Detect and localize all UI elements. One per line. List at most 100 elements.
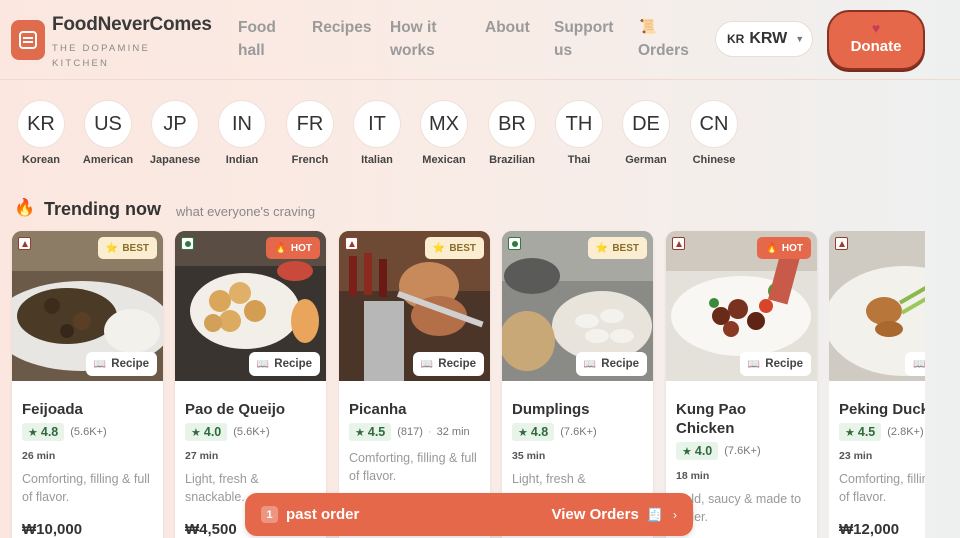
- country-thai[interactable]: TH Thai: [549, 100, 609, 166]
- country-code: IN: [218, 100, 266, 148]
- dish-card[interactable]: 🔥 HOT 📖 Recipe Kung Pao Chicken ★ 4.0 (7.6K+…: [666, 231, 817, 538]
- star-icon: ★: [28, 427, 38, 439]
- rating-row: ★ 4.0 (7.6K+): [676, 442, 761, 460]
- nav-support-us[interactable]: Support us: [554, 16, 619, 62]
- rating-value: 4.0: [203, 425, 222, 439]
- country-chinese[interactable]: CN Chinese: [684, 100, 744, 166]
- country-italian[interactable]: IT Italian: [347, 100, 407, 166]
- book-icon: 📖: [583, 358, 597, 370]
- country-french[interactable]: FR French: [280, 100, 340, 166]
- view-orders-bar[interactable]: 1 past order View Orders 🧾 ›: [245, 493, 693, 536]
- cook-time: 23 min: [839, 450, 873, 462]
- nav-how-it-works[interactable]: How it works: [390, 16, 450, 62]
- rating-value: 4.5: [857, 425, 876, 439]
- dish-card[interactable]: 🔥 HOT 📖 Recipe Pao de Queijo ★ 4.0 (5.6K+) 2…: [175, 231, 326, 538]
- country-code: FR: [286, 100, 334, 148]
- cook-time: 27 min: [185, 450, 219, 462]
- currency-flag: KR: [727, 32, 745, 46]
- country-brazilian[interactable]: BR Brazilian: [482, 100, 542, 166]
- header: FoodNeverComes THE DOPAMINE KITCHEN Food…: [0, 0, 960, 80]
- country-name: Korean: [22, 154, 60, 166]
- card-clip: 📖Recipe Peking Duck ★4.5 (2.8K+) 23 min C…: [829, 231, 925, 538]
- country-name: Mexican: [422, 154, 466, 166]
- currency-selector[interactable]: KR KRW ▼: [715, 21, 813, 57]
- view-orders-link[interactable]: View Orders: [552, 506, 639, 523]
- dish-card[interactable]: 📖Recipe Peking Duck ★4.5 (2.8K+) 23 min C…: [829, 231, 925, 538]
- country-japanese[interactable]: JP Japanese: [145, 100, 205, 166]
- recipe-button[interactable]: 📖Recipe: [412, 352, 484, 376]
- rating-pill: ★ 4.8: [22, 423, 65, 441]
- recipe-label: Recipe: [438, 358, 476, 370]
- donate-label: Donate: [850, 38, 902, 55]
- receipt-icon: 🧾: [646, 506, 663, 522]
- dish-card[interactable]: ⭐ BEST 📖 Recipe Dumplings ★ 4.8 (7.6K+) 35 m…: [502, 231, 653, 538]
- country-name: Italian: [361, 154, 393, 166]
- star-icon: ★: [191, 427, 201, 439]
- scroll-icon[interactable]: 📜: [639, 18, 656, 35]
- logo-icon[interactable]: [11, 20, 45, 60]
- dish-name: Kung Pao Chicken: [676, 401, 746, 437]
- veg-icon: [181, 237, 194, 250]
- recipe-button[interactable]: 📖Recipe: [739, 352, 811, 376]
- country-code: MX: [420, 100, 468, 148]
- dish-price: ₩10,000: [22, 521, 83, 538]
- badge-best: ⭐ BEST: [97, 237, 157, 259]
- rating-pill: ★ 4.0: [676, 442, 719, 460]
- dish-description: Comforting, filling & full of flavor.: [839, 472, 925, 504]
- recipe-button[interactable]: 📖Recipe: [905, 352, 925, 376]
- country-mexican[interactable]: MX Mexican: [414, 100, 474, 166]
- book-icon: 📖: [256, 358, 270, 370]
- orders-bar-label: past order: [286, 506, 360, 523]
- non-veg-icon: [672, 237, 685, 250]
- star-icon: ★: [682, 446, 692, 458]
- badge-label: BEST: [449, 242, 476, 254]
- dish-card[interactable]: ⭐ BEST 📖 Recipe Picanha ★ 4.5 (817) · 32 min C…: [339, 231, 490, 538]
- nav-food-hall[interactable]: Food hall: [238, 16, 288, 62]
- country-korean[interactable]: KR Korean: [11, 100, 71, 166]
- dish-card[interactable]: ⭐ BEST 📖 Recipe Feijoada ★ 4.8 (5.6K+) 26 mi…: [12, 231, 163, 538]
- review-count: (7.6K+): [560, 426, 597, 438]
- rating-row: ★ 4.5 (2.8K+): [839, 423, 924, 441]
- order-count-badge: 1: [261, 506, 278, 523]
- country-indian[interactable]: IN Indian: [212, 100, 272, 166]
- brand-name[interactable]: FoodNeverComes: [52, 14, 212, 36]
- dish-name: Feijoada: [22, 401, 83, 418]
- rating-row: ★ 4.5 (817) · 32 min: [349, 423, 470, 441]
- non-veg-icon: [345, 237, 358, 250]
- recipe-label: Recipe: [601, 358, 639, 370]
- book-icon: 📖: [913, 358, 925, 370]
- star-icon: ⭐: [595, 242, 609, 254]
- dish-description: Bold, saucy & made to order.: [676, 492, 802, 524]
- book-icon: 📖: [747, 358, 761, 370]
- review-count: (2.8K+): [887, 426, 924, 438]
- recipe-label: Recipe: [111, 358, 149, 370]
- review-count: (5.6K+): [70, 426, 107, 438]
- recipe-button[interactable]: 📖 Recipe: [575, 352, 647, 376]
- rating-value: 4.0: [694, 444, 713, 458]
- donate-button[interactable]: ♥ Donate: [827, 10, 925, 70]
- dish-name: Peking Duck: [839, 401, 925, 418]
- nav-recipes[interactable]: Recipes: [312, 16, 371, 39]
- nav-about[interactable]: About: [485, 16, 530, 39]
- badge-best: ⭐ BEST: [424, 237, 484, 259]
- country-german[interactable]: DE German: [616, 100, 676, 166]
- country-american[interactable]: US American: [78, 100, 138, 166]
- country-code: TH: [555, 100, 603, 148]
- rating-value: 4.8: [530, 425, 549, 439]
- cook-time: 18 min: [676, 470, 710, 482]
- badge-hot: 🔥 HOT: [266, 237, 320, 259]
- badge-label: BEST: [612, 242, 639, 254]
- recipe-button[interactable]: 📖Recipe: [248, 352, 320, 376]
- rating-value: 4.8: [40, 425, 59, 439]
- chevron-right-icon: ›: [673, 507, 677, 522]
- recipe-button[interactable]: 📖Recipe: [85, 352, 157, 376]
- chevron-down-icon: ▼: [795, 34, 805, 44]
- star-icon: ★: [845, 427, 855, 439]
- country-name: Chinese: [692, 154, 736, 166]
- nav-orders[interactable]: Orders: [638, 39, 689, 62]
- cook-time: 26 min: [22, 450, 56, 462]
- rating-row: ★ 4.0 (5.6K+): [185, 423, 270, 441]
- review-count: (5.6K+): [233, 426, 270, 438]
- rating-pill: ★ 4.0: [185, 423, 228, 441]
- country-code: IT: [353, 100, 401, 148]
